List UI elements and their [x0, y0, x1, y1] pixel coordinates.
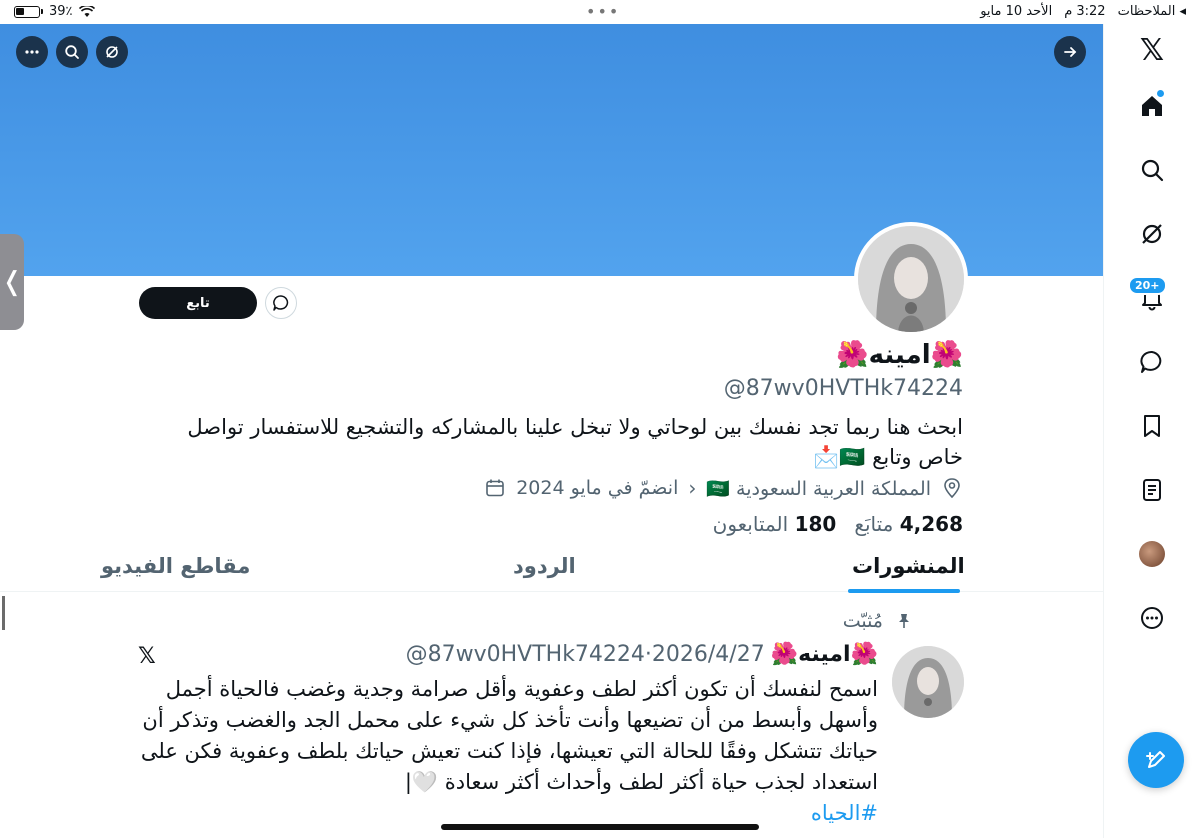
nav-grok[interactable]: [1132, 214, 1172, 254]
home-unread-dot: [1157, 90, 1164, 97]
wifi-icon: [78, 5, 95, 17]
followers-link[interactable]: 180 المتابعون: [713, 512, 837, 536]
more-icon: [1141, 607, 1163, 629]
profile-bio: ابحث هنا ربما تجد نفسك بين لوحاتي ولا تب…: [187, 415, 963, 469]
nav-profile[interactable]: [1132, 534, 1172, 574]
grok-icon: [106, 46, 118, 58]
grok-button[interactable]: [96, 36, 128, 68]
profile-name: امينه: [868, 340, 931, 370]
nav-notifications[interactable]: 20+: [1128, 276, 1172, 318]
battery-cap: [41, 9, 43, 14]
back-button[interactable]: [1054, 36, 1086, 68]
post-author-emoji-2: 🌺: [770, 642, 799, 667]
compose-icon: [1146, 751, 1165, 768]
search-icon: [1141, 159, 1164, 182]
profile-main: ❬ تابع 🌺امينه🌺 @87wv0HVTHk74224 ابحث هنا…: [0, 24, 1103, 838]
status-left: 39٪: [14, 4, 95, 19]
x-logo-icon: 𝕏: [138, 644, 156, 669]
post-avatar-portrait: [892, 646, 964, 718]
notifications-badge: 20+: [1128, 276, 1167, 295]
tab-replies[interactable]: الردود: [513, 554, 576, 578]
profile-avatar[interactable]: [854, 222, 968, 336]
avatar-portrait: [858, 226, 964, 332]
post-hashtag[interactable]: #الحياه: [811, 801, 878, 825]
status-date: الأحد 10 مايو: [980, 4, 1053, 19]
calendar-icon: [486, 479, 504, 497]
post-avatar[interactable]: [892, 646, 964, 718]
profile-joined: انضمّ في مايو 2024: [516, 477, 679, 499]
back-to-app[interactable]: ◂ الملاحظات: [1118, 4, 1186, 19]
chat-icon: [1140, 351, 1162, 373]
pin-icon: [899, 614, 909, 628]
x-logo-icon: 𝕏: [1139, 32, 1165, 68]
profile-tabs: المنشورات الردود مقاطع الفيديو: [0, 548, 1103, 593]
pinned-label: مُثبّت: [843, 610, 913, 632]
follow-button[interactable]: تابع: [139, 287, 257, 319]
x-home-logo[interactable]: 𝕏: [1132, 30, 1172, 70]
following-link[interactable]: 4,268 متابَع: [854, 512, 963, 536]
name-emoji-right: 🌺: [930, 340, 963, 370]
post-header: 🌺امينه🌺 @87wv0HVTHk74224·2026/4/27: [406, 642, 878, 667]
search-icon: [65, 45, 79, 59]
post-author: امينه: [798, 642, 851, 667]
following-count: 4,268: [899, 512, 963, 536]
name-emoji-left: 🌺: [836, 340, 869, 370]
avatar: [1139, 541, 1165, 567]
status-time: 3:22 م: [1064, 4, 1106, 19]
multitask-dots[interactable]: •••: [586, 2, 620, 21]
profile-location: المملكة العربية السعودية 🇸🇦: [706, 477, 931, 500]
post-body: اسمح لنفسك أن تكون أكثر لطف وعفوية وأقل …: [140, 677, 878, 794]
tab-posts[interactable]: المنشورات: [852, 554, 965, 578]
status-right: ◂ الملاحظات 3:22 م الأحد 10 مايو: [980, 4, 1186, 19]
arrow-right-icon: [1064, 47, 1077, 57]
nav-chat[interactable]: [1132, 342, 1172, 382]
nav-search[interactable]: [1132, 150, 1172, 190]
display-name: 🌺امينه🌺: [836, 340, 963, 370]
chevron-left-icon: ‹: [688, 476, 697, 500]
list-icon: [1143, 479, 1161, 501]
side-panel-handle[interactable]: ❬: [0, 234, 24, 330]
followers-count: 180: [794, 512, 837, 536]
chat-icon: [273, 295, 289, 311]
active-tab-indicator: [848, 589, 960, 593]
nav-lists[interactable]: [1132, 470, 1172, 510]
profile-handle: @87wv0HVTHk74224: [723, 376, 963, 401]
home-indicator[interactable]: [441, 824, 759, 830]
location-pin-icon: [944, 478, 960, 499]
nav-home[interactable]: [1132, 86, 1172, 126]
nav-rail: 𝕏 20+: [1103, 24, 1200, 838]
followers-label: المتابعون: [712, 512, 789, 536]
compose-button[interactable]: [1128, 732, 1184, 788]
post-author-link[interactable]: 🌺امينه🌺: [771, 642, 878, 667]
more-options-button[interactable]: [16, 36, 48, 68]
search-profile-button[interactable]: [56, 36, 88, 68]
post-handle-date: @87wv0HVTHk74224·2026/4/27: [405, 642, 765, 667]
bookmark-icon: [1144, 415, 1160, 437]
battery-percent: 39٪: [49, 4, 73, 19]
status-bar: 39٪ ••• ◂ الملاحظات 3:22 م الأحد 10 مايو: [0, 0, 1200, 24]
post-text: اسمح لنفسك أن تكون أكثر لطف وعفوية وأقل …: [138, 674, 878, 829]
pinned-text: مُثبّت: [842, 610, 883, 632]
profile-meta: المملكة العربية السعودية 🇸🇦 ‹ انضمّ في م…: [484, 476, 963, 500]
follow-counts: 4,268 متابَع 180 المتابعون: [713, 512, 963, 536]
following-label: متابَع: [854, 512, 894, 536]
tab-videos[interactable]: مقاطع الفيديو: [101, 554, 250, 578]
nav-bookmarks[interactable]: [1132, 406, 1172, 446]
scroll-indicator: [2, 596, 5, 630]
nav-more[interactable]: [1132, 598, 1172, 638]
battery-icon: [14, 5, 40, 18]
grok-icon: [1142, 224, 1162, 244]
more-icon: [25, 50, 39, 54]
post-author-emoji: 🌺: [850, 642, 878, 667]
message-button[interactable]: [265, 287, 297, 319]
